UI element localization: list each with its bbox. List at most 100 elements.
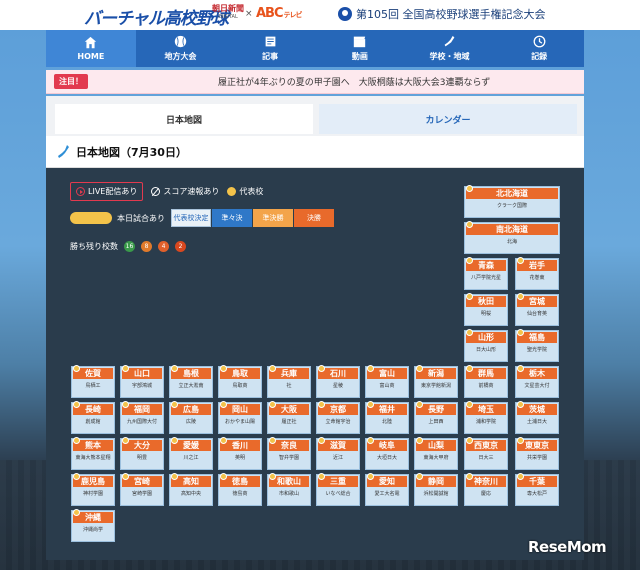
asahi-logo[interactable]: 朝日新聞 DIGITAL xyxy=(212,5,244,21)
prefecture-school: 立命館宇治 xyxy=(325,419,351,425)
prefecture-card[interactable]: 青森 八戸学院光星 xyxy=(464,257,508,290)
prefecture-card[interactable]: 福島 聖光学院 xyxy=(515,329,559,362)
prefecture-card[interactable]: 静岡 浜松開誠館 xyxy=(414,473,458,506)
trophy-icon xyxy=(517,437,524,444)
prefecture-card[interactable]: 鹿児島 神村学園 xyxy=(71,473,115,506)
map-header: 日本地図（7月30日） xyxy=(46,136,584,168)
prefecture-school: 北陸 xyxy=(381,419,392,425)
prefecture-card[interactable]: 愛媛 川之江 xyxy=(169,437,213,470)
prefecture-card[interactable]: 山梨 東海大甲府 xyxy=(414,437,458,470)
remaining-badge: 4 xyxy=(158,241,169,252)
prefecture-card[interactable]: 三重 いなべ総合 xyxy=(316,473,360,506)
prefecture-card[interactable]: 大分 明豊 xyxy=(120,437,164,470)
notice-banner[interactable]: 注目！ 履正社が4年ぶりの夏の甲子園へ 大阪桐蔭は大阪大会3連覇ならず xyxy=(46,70,584,94)
prefecture-card[interactable]: 大阪 履正社 xyxy=(267,401,311,434)
prefecture-card[interactable]: 和歌山 市和歌山 xyxy=(267,473,311,506)
prefecture-card[interactable]: 沖縄 沖縄尚学 xyxy=(71,509,115,542)
site-logo[interactable]: バーチャル高校野球 xyxy=(84,4,229,29)
prefecture-school: 仙台育英 xyxy=(526,311,547,317)
trophy-icon xyxy=(466,293,473,300)
nav-home[interactable]: HOME xyxy=(46,30,136,67)
nav-schools-regions[interactable]: 学校・地域 xyxy=(405,30,495,67)
prefecture-school: 智弁学園 xyxy=(278,455,299,461)
trophy-icon xyxy=(122,473,129,480)
prefecture-card[interactable]: 高知 高知中央 xyxy=(169,473,213,506)
prefecture-card[interactable]: 宮城 仙台育英 xyxy=(515,293,559,326)
prefecture-card[interactable]: 熊本 東海大熊本星翔 xyxy=(71,437,115,470)
prefecture-card[interactable]: 奈良 智弁学園 xyxy=(267,437,311,470)
prefecture-card[interactable]: 福井 北陸 xyxy=(365,401,409,434)
prefecture-school: 川之江 xyxy=(183,455,199,461)
prefecture-card[interactable]: 石川 星稜 xyxy=(316,365,360,398)
prefecture-card[interactable]: 長崎 創成館 xyxy=(71,401,115,434)
prefecture-card[interactable]: 岐阜 大垣日大 xyxy=(365,437,409,470)
trophy-icon xyxy=(269,437,276,444)
prefecture-card[interactable]: 南北海道 北海 xyxy=(464,221,560,254)
nav-local-tournament[interactable]: 地方大会 xyxy=(136,30,226,67)
trophy-icon xyxy=(416,401,423,408)
prefecture-card[interactable]: 島根 立正大淞南 xyxy=(169,365,213,398)
prefecture-card[interactable]: 香川 英明 xyxy=(218,437,262,470)
prefecture-card[interactable]: 山口 宇部鴻城 xyxy=(120,365,164,398)
nav-records[interactable]: 記録 xyxy=(494,30,584,67)
prefecture-card[interactable]: 鳥取 鳥取商 xyxy=(218,365,262,398)
prefecture-card[interactable]: 宮崎 宮崎学園 xyxy=(120,473,164,506)
prefecture-card[interactable]: 福岡 九州国際大付 xyxy=(120,401,164,434)
prefecture-card[interactable]: 西東京 日大三 xyxy=(464,437,508,470)
prefecture-card[interactable]: 愛知 愛工大名電 xyxy=(365,473,409,506)
tab-calendar[interactable]: カレンダー xyxy=(319,104,577,134)
abc-logo[interactable]: ABCテレビ xyxy=(256,6,303,21)
nav-label: 動画 xyxy=(351,52,368,61)
trophy-icon xyxy=(220,401,227,408)
prefecture-school: 宇部鴻城 xyxy=(131,383,152,389)
notice-text[interactable]: 履正社が4年ぶりの夏の甲子園へ 大阪桐蔭は大阪大会3連覇ならず xyxy=(218,75,490,88)
prefecture-school: 鳥栖工 xyxy=(85,383,101,389)
japan-map-icon xyxy=(58,144,69,158)
remaining-badge: 8 xyxy=(141,241,152,252)
prefecture-card[interactable]: 京都 立命館宇治 xyxy=(316,401,360,434)
prefecture-school: 履正社 xyxy=(281,419,297,425)
trophy-icon xyxy=(416,473,423,480)
trophy-icon xyxy=(269,473,276,480)
prefecture-name: 北北海道 xyxy=(466,188,558,199)
prefecture-card[interactable]: 広島 広陵 xyxy=(169,401,213,434)
prefecture-school: 徳島商 xyxy=(232,491,248,497)
prefecture-card[interactable]: 埼玉 浦和学院 xyxy=(464,401,508,434)
prefecture-card[interactable]: 徳島 徳島商 xyxy=(218,473,262,506)
nav-videos[interactable]: 動画 xyxy=(315,30,405,67)
tab-map[interactable]: 日本地図 xyxy=(55,104,313,134)
remaining-badge: 2 xyxy=(175,241,186,252)
prefecture-card[interactable]: 栃木 文星芸大付 xyxy=(515,365,559,398)
trophy-icon xyxy=(517,365,524,372)
trophy-icon xyxy=(367,437,374,444)
prefecture-card[interactable]: 佐賀 鳥栖工 xyxy=(71,365,115,398)
prefecture-card[interactable]: 新潟 東京学館新潟 xyxy=(414,365,458,398)
prefecture-card[interactable]: 北北海道 クラーク国際 xyxy=(464,185,560,218)
prefecture-card[interactable]: 神奈川 慶応 xyxy=(464,473,508,506)
prefecture-card[interactable]: 山形 日大山形 xyxy=(464,329,508,362)
nav-label: HOME xyxy=(77,52,105,61)
prefecture-card[interactable]: 秋田 明桜 xyxy=(464,293,508,326)
record-icon xyxy=(533,35,546,48)
legend-live: LIVE配信あり xyxy=(70,182,144,201)
prefecture-card[interactable]: 茨城 土浦日大 xyxy=(515,401,559,434)
prefecture-card[interactable]: 兵庫社 xyxy=(267,365,311,398)
trophy-icon xyxy=(517,257,524,264)
trophy-icon xyxy=(73,509,80,516)
prefecture-card[interactable]: 東東京 共栄学園 xyxy=(515,437,559,470)
partner-separator: × xyxy=(245,9,253,19)
prefecture-school: 九州国際大付 xyxy=(126,419,157,425)
trophy-icon xyxy=(220,437,227,444)
nav-articles[interactable]: 記事 xyxy=(225,30,315,67)
article-icon xyxy=(265,36,276,47)
trophy-icon xyxy=(171,401,178,408)
prefecture-card[interactable]: 富山 富山商 xyxy=(365,365,409,398)
prefecture-school: 土浦日大 xyxy=(526,419,547,425)
prefecture-card[interactable]: 滋賀 近江 xyxy=(316,437,360,470)
prefecture-card[interactable]: 岡山 おかやま山陽 xyxy=(218,401,262,434)
prefecture-card[interactable]: 岩手 花巻東 xyxy=(515,257,559,290)
prefecture-card[interactable]: 長野 上田西 xyxy=(414,401,458,434)
prefecture-card[interactable]: 千葉 専大松戸 xyxy=(515,473,559,506)
prefecture-card[interactable]: 群馬 前橋商 xyxy=(464,365,508,398)
prefecture-school: 創成館 xyxy=(85,419,101,425)
